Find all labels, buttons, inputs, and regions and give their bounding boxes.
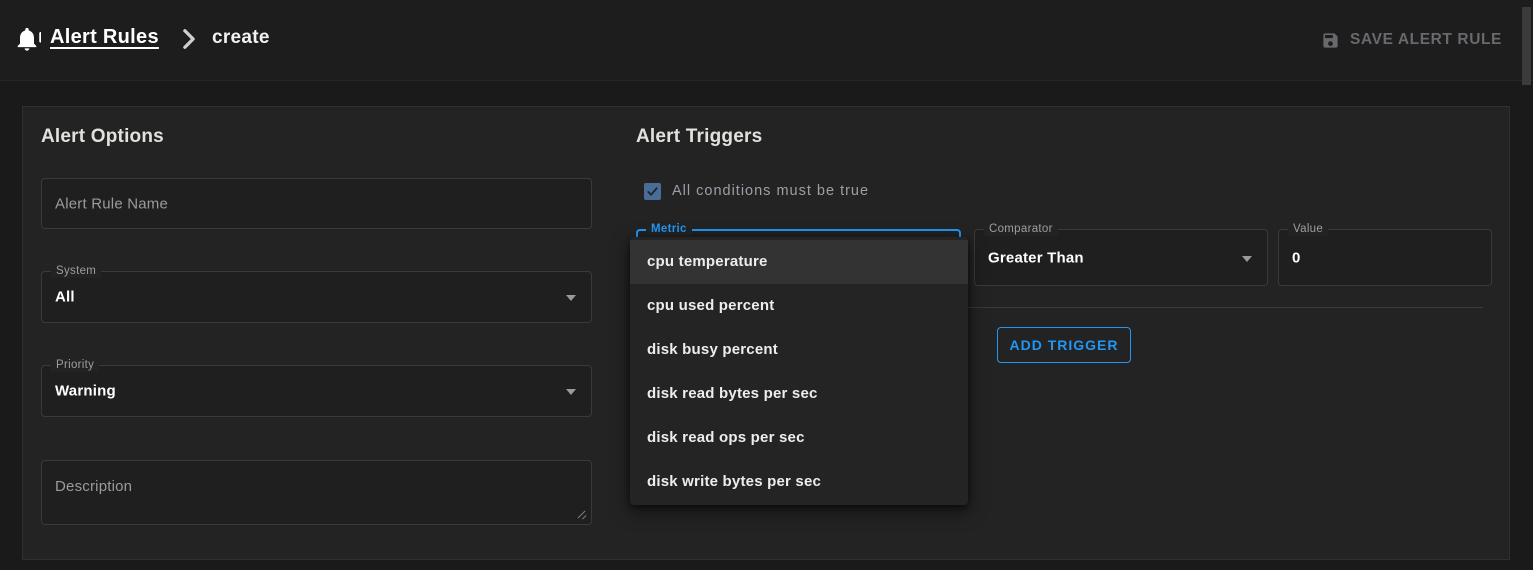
alert-triggers-title: Alert Triggers: [636, 126, 762, 148]
metric-option[interactable]: disk busy percent: [630, 328, 968, 372]
all-conditions-row[interactable]: All conditions must be true: [644, 181, 869, 201]
metric-dropdown-panel: cpu temperaturecpu used percentdisk busy…: [630, 237, 968, 505]
save-icon: [1321, 31, 1340, 50]
save-alert-rule-button[interactable]: SAVE ALERT RULE: [1321, 26, 1502, 54]
alert-rule-create-page: Alert Rules create SAVE ALERT RULE Alert…: [0, 0, 1533, 570]
priority-selected-value: Warning: [55, 383, 116, 400]
chevron-down-icon: [1242, 256, 1252, 262]
metric-option[interactable]: disk write bytes per sec: [630, 460, 968, 504]
alert-rule-name-input[interactable]: Alert Rule Name: [41, 178, 592, 229]
chevron-right-icon: [182, 28, 196, 50]
system-select[interactable]: System All: [41, 271, 592, 323]
all-conditions-label: All conditions must be true: [672, 183, 869, 199]
breadcrumb-current-create: create: [212, 27, 270, 49]
system-label: System: [51, 264, 101, 278]
chevron-down-icon: [566, 389, 576, 395]
priority-label: Priority: [51, 358, 99, 372]
chevron-down-icon: [566, 295, 576, 301]
alert-rule-name-placeholder: Alert Rule Name: [55, 195, 168, 212]
save-button-label: SAVE ALERT RULE: [1350, 31, 1502, 49]
system-selected-value: All: [55, 289, 75, 306]
resize-handle-icon[interactable]: [576, 509, 587, 520]
priority-select[interactable]: Priority Warning: [41, 365, 592, 417]
value-label: Value: [1288, 222, 1328, 236]
metric-option[interactable]: disk read bytes per sec: [630, 372, 968, 416]
comparator-select[interactable]: Comparator Greater Than: [974, 229, 1268, 286]
metric-option[interactable]: disk read ops per sec: [630, 416, 968, 460]
description-placeholder: Description: [55, 478, 132, 495]
metric-label: Metric: [646, 222, 692, 236]
alert-options-title: Alert Options: [41, 126, 164, 148]
comparator-label: Comparator: [984, 222, 1058, 236]
value-input[interactable]: Value 0: [1278, 229, 1492, 286]
metric-option[interactable]: cpu used percent: [630, 284, 968, 328]
comparator-selected-value: Greater Than: [988, 249, 1084, 266]
all-conditions-checkbox[interactable]: [644, 183, 661, 200]
dropdown-scrollbar-thumb[interactable]: [1522, 7, 1531, 85]
breadcrumb-alert-rules-link[interactable]: Alert Rules: [50, 26, 159, 49]
top-bar: Alert Rules create SAVE ALERT RULE: [0, 0, 1533, 81]
value-current: 0: [1292, 249, 1301, 266]
metric-option[interactable]: cpu temperature: [630, 240, 968, 284]
check-icon: [646, 185, 659, 198]
description-textarea[interactable]: Description: [41, 460, 592, 525]
bell-icon[interactable]: [13, 24, 41, 54]
add-trigger-button[interactable]: ADD TRIGGER: [997, 327, 1131, 363]
